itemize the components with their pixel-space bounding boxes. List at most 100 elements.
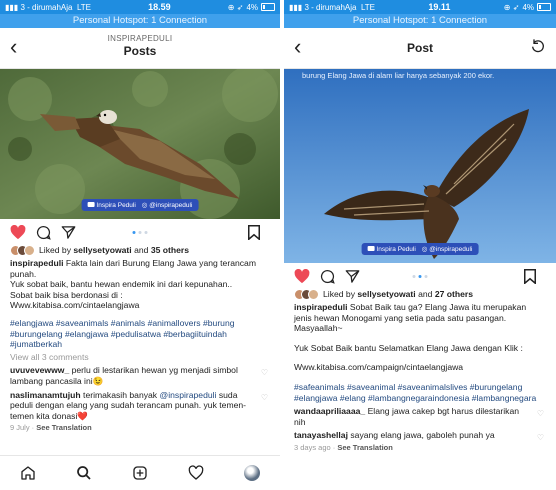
badge-handle: @inspirapeduli [429,246,473,253]
liked-by-count[interactable]: 35 others [151,245,189,255]
clock: 19.11 [428,2,451,12]
youtube-icon [87,201,95,207]
caption-line: Sobat baik bisa berdonasi di : [10,289,123,300]
avatar [24,245,35,256]
comment-text: sayang elang jawa, gaboleh punah ya [347,430,495,441]
account-name: INSPIRAPEDULI [107,34,173,43]
home-icon[interactable] [20,465,36,481]
caption-line: Yuk Sobat Baik bantu Selamatkan Elang Ja… [294,342,523,353]
comment-user[interactable]: naslimanamtujuh [10,390,81,400]
nav-bar: ‹ INSPIRAPEDULI Posts [0,28,280,69]
badge-handle: @inspirapeduli [149,202,193,209]
liked-by-count[interactable]: 27 others [435,289,473,299]
eagle-photo-image [0,69,280,219]
hotspot-banner[interactable]: Personal Hotspot: 1 Connection [284,14,556,28]
like-heart-icon[interactable] [10,224,26,240]
comment: tanayashellaj sayang elang jawa, gaboleh… [294,430,546,444]
view-all-comments-link[interactable]: View all 3 comments [10,352,270,363]
see-translation-link[interactable]: See Translation [337,443,392,452]
post-actions [284,263,556,289]
see-translation-link[interactable]: See Translation [36,423,91,432]
hashtags[interactable]: #elangjawa #saveanimals #animals #animal… [10,318,270,350]
signal-icon: ▮▮▮ [5,2,19,12]
post-details: Liked by sellysetyowati and 27 others in… [294,289,546,452]
network-label: LTE [76,2,92,12]
comment-icon[interactable] [320,269,335,284]
carousel-dots [132,230,148,234]
comment-user[interactable]: wandaapriliaaaa_ [294,406,365,416]
new-post-icon[interactable] [132,465,148,481]
carrier-label: 3 - dirumahAja [20,2,73,12]
page-title: Posts [123,44,157,58]
bottom-tab-bar [0,455,280,490]
profile-avatar-icon[interactable] [244,465,260,481]
battery-percent: 4% [522,2,534,12]
liked-by-and: and [131,245,151,256]
comment-user[interactable]: tanayashellaj [294,430,348,440]
network-label: LTE [360,2,376,12]
avatar [308,289,319,300]
liked-by-prefix: Liked by [39,245,74,256]
liked-by-prefix: Liked by [323,289,358,300]
carousel-dots [412,274,428,278]
post-photo[interactable]: burung Elang Jawa di alam liar hanya seb… [284,69,556,263]
right-phone-screen: ▮▮▮ 3 - dirumahAja LTE 19.11 ⊕ ➶ 4% Pers… [284,0,556,490]
page-title: Post [406,41,433,55]
youtube-icon [367,245,375,251]
donation-link[interactable]: Www.kitabisa.com/cintaelangjawa [10,300,270,311]
post-details: Liked by sellysetyowati and 35 others in… [10,245,270,433]
hotspot-banner[interactable]: Personal Hotspot: 1 Connection [0,14,280,28]
left-phone-screen: ▮▮▮ 3 - dirumahAja LTE 18.59 ⊕ ➶ 4% Pers… [0,0,280,490]
status-bar: ▮▮▮ 3 - dirumahAja LTE 19.11 ⊕ ➶ 4% [284,0,556,14]
clock: 18.59 [148,2,171,12]
liked-by-and: and [415,289,435,300]
comment-like-icon[interactable]: ♡ [537,409,544,420]
comment-like-icon[interactable]: ♡ [261,393,268,404]
photo-overlay-text: burung Elang Jawa di alam liar hanya seb… [302,71,495,80]
post-actions [0,219,280,245]
share-icon[interactable] [345,269,360,284]
donation-link[interactable]: Www.kitabisa.com/campaign/cintaelangjawa [294,362,546,373]
bookmark-icon[interactable] [524,269,536,284]
refresh-icon[interactable] [530,38,546,54]
comment-user[interactable]: uvuvevewww_ [10,365,69,375]
signal-icon: ▮▮▮ [289,2,303,12]
watermark-badge: Inspira Peduli ◎ @inspirapeduli [81,199,199,211]
bookmark-icon[interactable] [248,225,260,240]
post-photo[interactable]: Inspira Peduli ◎ @inspirapeduli [0,69,280,219]
hashtags[interactable]: #safeanimals #saveanimal #saveanimalsliv… [294,382,546,403]
battery-icon [537,3,551,11]
battery-percent: 4% [246,2,258,12]
badge-name: Inspira Peduli [96,201,136,209]
comment-mention[interactable]: @inspirapeduli [159,390,216,400]
comment-icon[interactable] [36,225,51,240]
likes-line[interactable]: Liked by sellysetyowati and 27 others [294,289,546,300]
share-icon[interactable] [61,225,76,240]
post-author[interactable]: inspirapeduli [294,302,347,312]
comment: naslimanamtujuh terimakasih banyak @insp… [10,390,270,422]
comment: uvuvevewww_ perlu di lestarikan hewan yg… [10,365,270,386]
liked-by-user[interactable]: sellysetyowati [73,245,131,255]
comment: wandaapriliaaaa_ Elang jawa cakep bgt ha… [294,406,546,427]
carrier-label: 3 - dirumahAja [304,2,357,12]
location-icon: ⊕ ➶ [503,2,520,12]
comment-text: terimakasih banyak [80,389,160,400]
status-bar: ▮▮▮ 3 - dirumahAja LTE 18.59 ⊕ ➶ 4% [0,0,280,14]
battery-icon [261,3,275,11]
liked-by-user[interactable]: sellysetyowati [357,289,415,299]
nav-bar: ‹ Post [284,28,556,69]
likes-line[interactable]: Liked by sellysetyowati and 35 others [10,245,270,256]
caption-line: Yuk sobat baik, bantu hewan endemik ini … [10,279,233,290]
comment-like-icon[interactable]: ♡ [537,433,544,444]
post-author[interactable]: inspirapeduli [10,258,63,268]
eagle-sky-image [284,69,556,263]
watermark-badge: Inspira Peduli ◎ @inspirapeduli [361,243,479,255]
badge-name: Inspira Peduli [376,245,416,253]
activity-heart-icon[interactable] [188,465,204,481]
comment-like-icon[interactable]: ♡ [261,368,268,379]
like-heart-icon[interactable] [294,268,310,284]
post-date: 3 days ago [294,442,331,452]
search-icon[interactable] [76,465,92,481]
location-icon: ⊕ ➶ [227,2,244,12]
post-date: 9 July [10,423,30,433]
